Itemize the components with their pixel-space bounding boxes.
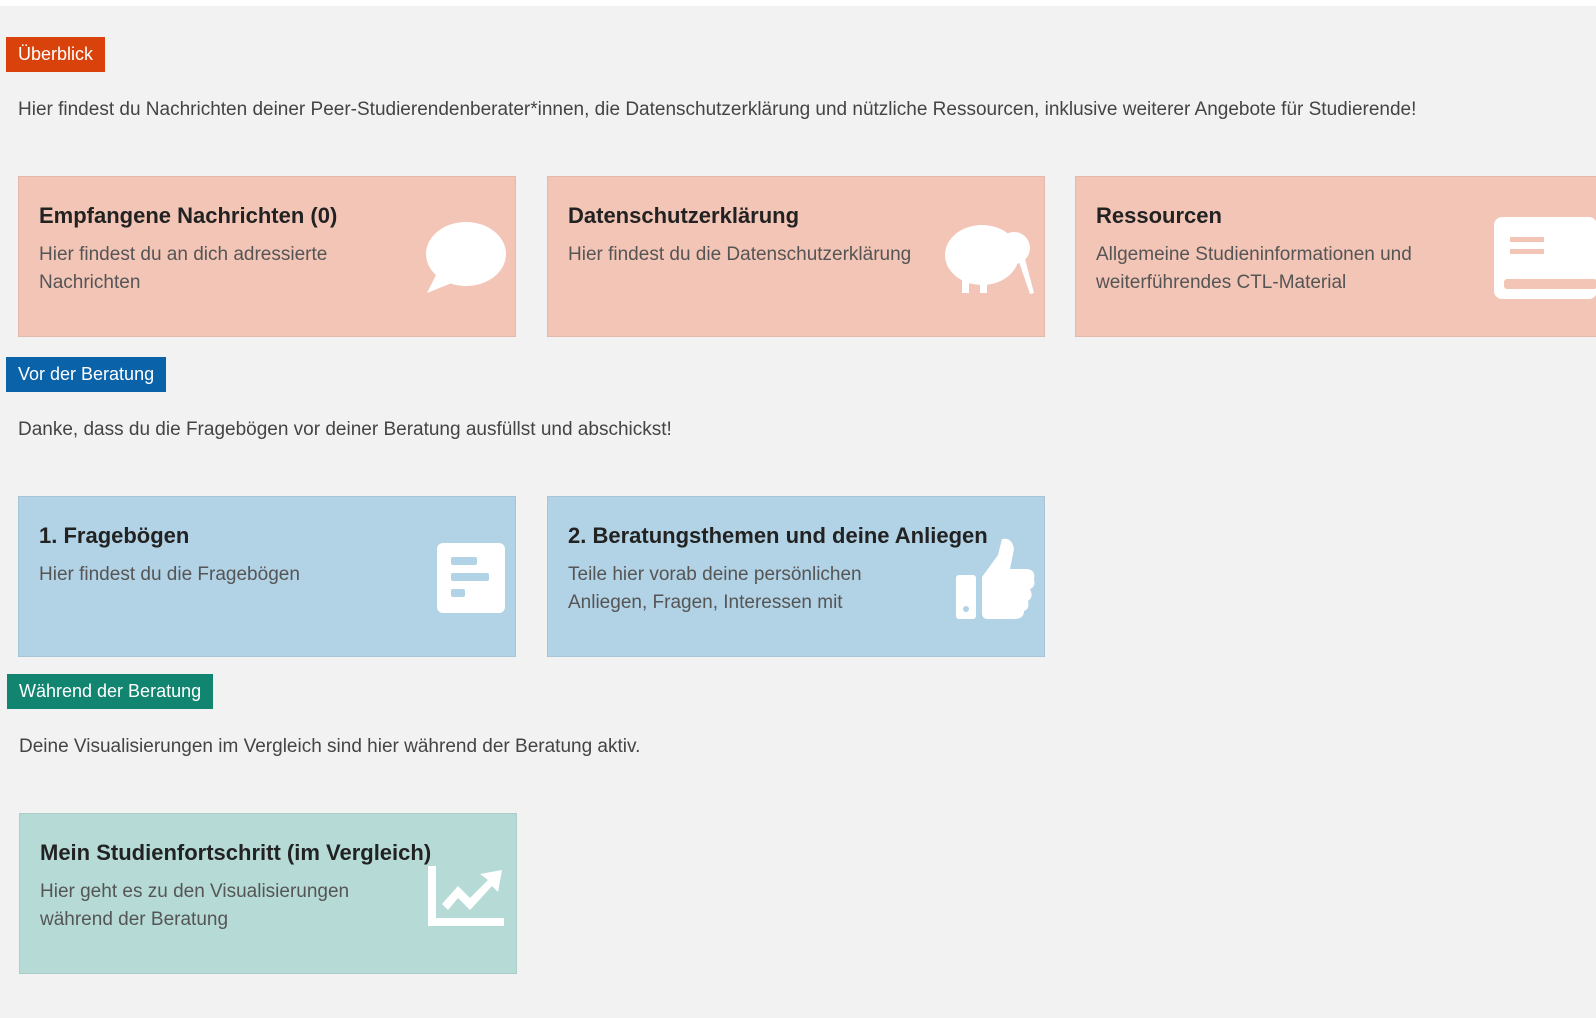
card-title: Datenschutzerklärung <box>568 203 800 228</box>
section-tag-overview: Überblick <box>6 37 106 72</box>
chart-line-icon <box>428 866 504 926</box>
card-description: Hier findest du die Fragebögen <box>39 564 300 585</box>
dashboard-page: Überblick Hier findest du Nachrichten de… <box>0 6 1596 1018</box>
card-title: Empfangene Nachrichten (0) <box>39 203 338 228</box>
card-privacy-policy[interactable]: Datenschutzerklärung Hier findest du die… <box>547 176 1045 337</box>
speech-bubble-icon <box>426 222 506 293</box>
before-consultation-intro-text: Danke, dass du die Fragebögen vor deiner… <box>18 419 672 440</box>
survey-form-icon <box>437 543 505 613</box>
card-description: Hier geht es zu den Visualisierungen wäh… <box>40 881 350 930</box>
thumbs-up-icon <box>956 538 1035 619</box>
card-resources[interactable]: Ressourcen Allgemeine Studieninformation… <box>1075 176 1596 337</box>
card-questionnaires[interactable]: 1. Fragebögen Hier findest du die Frageb… <box>18 496 516 657</box>
card-description: Teile hier vorab deine persönlichen Anli… <box>568 564 862 613</box>
kiwi-bird-icon <box>945 225 1034 294</box>
card-consultation-topics[interactable]: 2. Beratungsthemen und deine Anliegen Te… <box>547 496 1045 657</box>
card-title: Ressourcen <box>1096 203 1222 228</box>
section-tag-before-consultation: Vor der Beratung <box>6 357 167 392</box>
card-study-progress[interactable]: Mein Studienfortschritt (im Vergleich) H… <box>19 813 517 974</box>
card-description: Hier findest du die Datenschutzerklärung <box>568 244 912 265</box>
during-consultation-intro-text: Deine Visualisierungen im Vergleich sind… <box>19 736 641 757</box>
book-icon <box>1494 217 1596 299</box>
card-title: 2. Beratungsthemen und deine Anliegen <box>568 523 988 548</box>
card-description: Allgemeine Studieninformationen und weit… <box>1096 244 1412 293</box>
card-received-messages[interactable]: Empfangene Nachrichten (0) Hier findest … <box>18 176 516 337</box>
section-tag-during-consultation: Während der Beratung <box>7 674 214 709</box>
card-title: Mein Studienfortschritt (im Vergleich) <box>40 840 432 865</box>
overview-intro-text: Hier findest du Nachrichten deiner Peer-… <box>18 99 1417 120</box>
card-description: Hier findest du an dich adressierte Nach… <box>39 244 328 293</box>
card-title: 1. Fragebögen <box>39 523 190 548</box>
